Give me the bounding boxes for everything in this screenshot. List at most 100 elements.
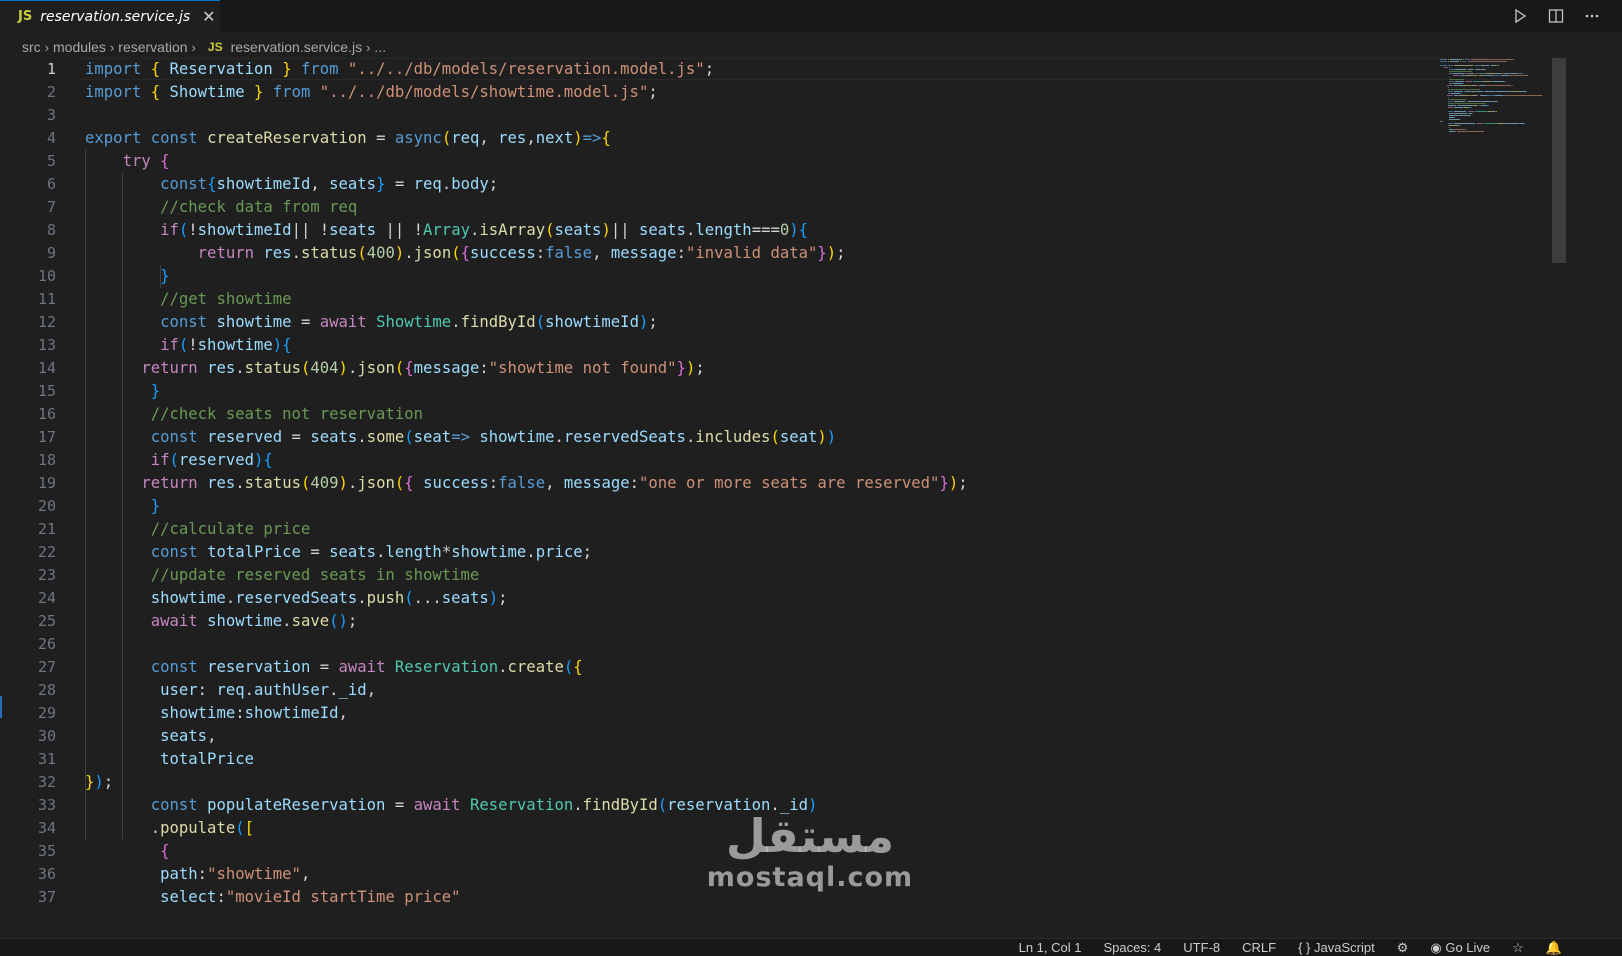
code-line[interactable]: 18 if(reserved){ (0, 449, 1500, 472)
editor-tab[interactable]: JS reservation.service.js ✕ (0, 0, 220, 32)
minimap-token (1510, 91, 1520, 92)
minimap-token (1460, 93, 1462, 94)
minimap-token (1475, 111, 1488, 112)
run-icon[interactable] (1512, 8, 1528, 24)
line-number: 17 (37, 428, 56, 446)
minimap-token (1454, 117, 1456, 118)
braces-icon: { } (1298, 940, 1315, 955)
line-number: 6 (46, 175, 56, 193)
minimap-token (1467, 61, 1506, 62)
code-line[interactable]: 9 return res.status(400).json({success:f… (0, 242, 1500, 265)
code-line[interactable]: 30 seats, (0, 725, 1500, 748)
minimap-token (1500, 75, 1509, 76)
code-text: } (150, 497, 161, 515)
code-line[interactable]: 12 const showtime = await Showtime.findB… (0, 311, 1500, 334)
code-text: //update reserved seats in showtime (150, 566, 480, 584)
code-text: return res.status(404).json({message:"sh… (141, 359, 705, 377)
breadcrumb-item[interactable]: modules (53, 39, 106, 55)
go-live-button[interactable]: ◉ Go Live (1430, 940, 1490, 956)
code-line[interactable]: 14 return res.status(404).json({message:… (0, 357, 1500, 380)
copilot-icon[interactable]: ⚙ (1397, 940, 1409, 956)
minimap-token (1447, 97, 1449, 98)
code-line[interactable]: 27 const reservation = await Reservation… (0, 656, 1500, 679)
minimap[interactable] (1440, 58, 1550, 288)
code-line[interactable]: 25 await showtime.save(); (0, 610, 1500, 633)
code-line[interactable]: 24 showtime.reservedSeats.push(...seats)… (0, 587, 1500, 610)
cursor-position[interactable]: Ln 1, Col 1 (1019, 940, 1082, 955)
code-line[interactable]: 20 } (0, 495, 1500, 518)
code-line[interactable]: 6 const{showtimeId, seats} = req.body; (0, 173, 1500, 196)
minimap-token (1495, 91, 1510, 92)
code-line[interactable]: 16 //check seats not reservation (0, 403, 1500, 426)
go-live-label: Go Live (1445, 939, 1491, 955)
minimap-token (1447, 111, 1454, 112)
code-line[interactable]: 2 import { Showtime } from "../../db/mode… (0, 81, 1500, 104)
line-number: 9 (46, 244, 56, 262)
minimap-token (1458, 113, 1468, 114)
code-text: return res.status(409).json({ success:fa… (141, 474, 968, 492)
vertical-scrollbar[interactable] (1552, 58, 1566, 263)
notifications-bell-icon[interactable]: 🔔 (1546, 940, 1562, 956)
code-line[interactable]: 1 import { Reservation } from "../../db/m… (0, 58, 1500, 81)
minimap-token (1458, 95, 1466, 96)
code-line[interactable]: 5 try { (0, 150, 1500, 173)
code-line[interactable]: 7 //check data from req (0, 196, 1500, 219)
code-line[interactable]: 10 } (0, 265, 1500, 288)
line-number: 1 (46, 60, 56, 78)
code-line[interactable]: 3 (0, 104, 1500, 127)
line-number: 12 (37, 313, 56, 331)
minimap-token (1469, 115, 1471, 116)
code-line[interactable]: 29 showtime:showtimeId, (0, 702, 1500, 725)
code-line[interactable]: 17 const reserved = seats.some(seat=> sh… (0, 426, 1500, 449)
minimap-token (1468, 111, 1475, 112)
feedback-icon[interactable]: ☆ (1512, 940, 1524, 956)
minimap-token (1447, 65, 1454, 66)
code-line[interactable]: 22 const totalPrice = seats.length*showt… (0, 541, 1500, 564)
minimap-token (1485, 75, 1493, 76)
breadcrumb-item[interactable]: reservation (118, 39, 187, 55)
indentation[interactable]: Spaces: 4 (1103, 940, 1161, 955)
breadcrumb-item[interactable]: src (22, 39, 41, 55)
split-editor-icon[interactable] (1548, 8, 1564, 24)
line-number: 3 (46, 106, 56, 124)
breadcrumb-symbols[interactable]: ... (374, 39, 386, 55)
code-line[interactable]: 28 user: req.authUser._id, (0, 679, 1500, 702)
language-mode[interactable]: { } JavaScript (1298, 940, 1375, 955)
line-endings[interactable]: CRLF (1242, 940, 1276, 955)
chevron-right-icon: › (44, 39, 50, 55)
minimap-token (1485, 69, 1487, 70)
close-icon[interactable]: ✕ (202, 7, 215, 26)
minimap-token (1448, 79, 1465, 80)
minimap-token (1468, 73, 1475, 74)
code-line[interactable]: 23 //update reserved seats in showtime (0, 564, 1500, 587)
minimap-token (1523, 123, 1525, 124)
line-number: 36 (37, 865, 56, 883)
more-actions-icon[interactable] (1584, 8, 1600, 24)
code-line[interactable]: 4 export const createReservation = async(… (0, 127, 1500, 150)
encoding[interactable]: UTF-8 (1183, 940, 1220, 955)
code-text: //check data from req (160, 198, 358, 216)
code-text: const showtime = await Showtime.findById… (160, 313, 658, 331)
minimap-token (1448, 127, 1450, 128)
code-line[interactable]: 26 (0, 633, 1500, 656)
line-number: 25 (37, 612, 56, 630)
code-line[interactable]: 19 return res.status(409).json({ success… (0, 472, 1500, 495)
minimap-token (1454, 101, 1466, 102)
code-line[interactable]: 11 //get showtime (0, 288, 1500, 311)
line-number: 4 (46, 129, 56, 147)
code-text: seats, (160, 727, 217, 745)
breadcrumb-file[interactable]: reservation.service.js (231, 39, 363, 55)
minimap-token (1459, 61, 1461, 62)
chevron-right-icon: › (109, 39, 115, 55)
minimap-token (1446, 95, 1454, 96)
minimap-token (1447, 87, 1449, 88)
minimap-token (1470, 107, 1472, 108)
code-editor[interactable]: 1 import { Reservation } from "../../db/m… (0, 58, 1500, 938)
code-line[interactable]: 21 //calculate price (0, 518, 1500, 541)
code-line[interactable]: 13 if(!showtime){ (0, 334, 1500, 357)
code-line[interactable]: 15 } (0, 380, 1500, 403)
code-line[interactable]: 8 if(!showtimeId|| !seats || !Array.isAr… (0, 219, 1500, 242)
code-line[interactable]: 32}); (0, 771, 1500, 794)
minimap-token (1455, 69, 1467, 70)
code-line[interactable]: 31 totalPrice (0, 748, 1500, 771)
